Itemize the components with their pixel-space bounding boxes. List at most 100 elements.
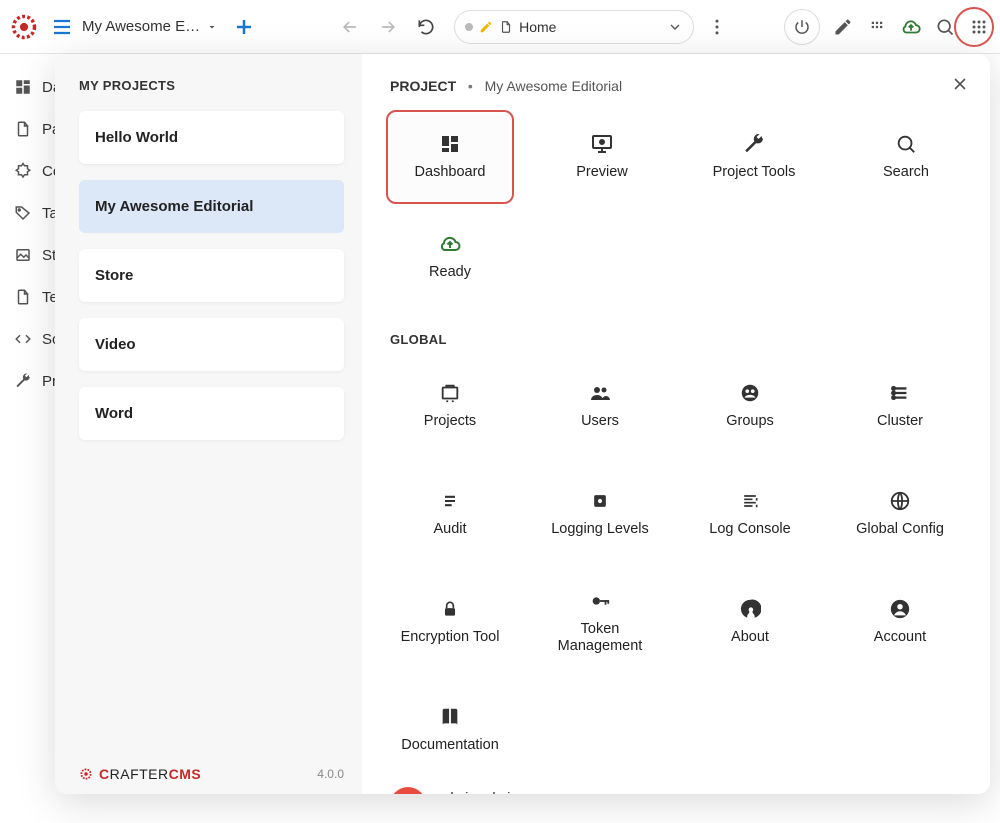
breadcrumb: PROJECT • My Awesome Editorial — [390, 78, 966, 94]
tile-preview[interactable]: Preview — [542, 114, 662, 200]
pencil-icon — [479, 20, 493, 34]
toolbar-right — [784, 9, 990, 45]
project-card[interactable]: Video — [79, 318, 344, 371]
tile-label: Dashboard — [415, 164, 486, 181]
tile-search[interactable]: Search — [846, 114, 966, 200]
cloud-upload-icon — [438, 232, 462, 256]
tile-about[interactable]: About — [690, 577, 810, 667]
power-button[interactable] — [784, 9, 820, 45]
topbar: My Awesome E… Home — [0, 0, 1000, 54]
craftercms-logo-icon — [10, 13, 38, 41]
projects-panel: MY PROJECTS Hello World My Awesome Edito… — [55, 54, 362, 794]
tile-projects[interactable]: Projects — [390, 361, 510, 451]
global-tiles-grid: Projects Users Groups Cluster Audit Logg… — [390, 361, 966, 775]
project-card[interactable]: Hello World — [79, 111, 344, 164]
sidebar-item-templates[interactable]: Tem — [0, 276, 60, 318]
tile-logging-levels[interactable]: Logging Levels — [540, 469, 660, 559]
grid-button[interactable] — [866, 16, 888, 38]
back-button[interactable] — [340, 17, 360, 37]
tile-label: About — [731, 629, 769, 646]
sidebar-item-project-tools[interactable]: Pr — [0, 360, 60, 402]
tile-label: Cluster — [877, 413, 923, 430]
project-card[interactable]: Word — [79, 387, 344, 440]
projects-icon — [438, 381, 462, 405]
wrench-icon — [14, 372, 32, 390]
file-icon — [14, 288, 32, 306]
groups-icon — [738, 381, 762, 405]
tile-global-config[interactable]: Global Config — [840, 469, 960, 559]
more-button[interactable] — [706, 16, 728, 38]
avatar[interactable]: AA — [390, 787, 426, 794]
sidebar-item-pages[interactable]: Pag — [0, 108, 60, 150]
left-sidebar: Da Pag Com Tax Stat Tem Scri Pr — [0, 54, 60, 823]
apps-launcher-button[interactable] — [968, 16, 990, 38]
project-name: Hello World — [95, 129, 178, 146]
about-icon — [738, 597, 762, 621]
user-row: AA admin admin admin — [390, 775, 966, 794]
tile-project-tools[interactable]: Project Tools — [694, 114, 814, 200]
tile-token-management[interactable]: Token Management — [540, 577, 660, 667]
project-card-selected[interactable]: My Awesome Editorial — [79, 180, 344, 233]
tile-account[interactable]: Account — [840, 577, 960, 667]
project-card[interactable]: Store — [79, 249, 344, 302]
gear-icon — [79, 767, 93, 781]
projects-heading: MY PROJECTS — [79, 78, 344, 93]
tile-groups[interactable]: Groups — [690, 361, 810, 451]
crumb-label: PROJECT — [390, 78, 456, 94]
address-bar[interactable]: Home — [454, 10, 694, 44]
tile-users[interactable]: Users — [540, 361, 660, 451]
tile-encryption-tool[interactable]: Encryption Tool — [390, 577, 510, 667]
project-name: Word — [95, 405, 133, 422]
search-button[interactable] — [934, 16, 956, 38]
version-label: 4.0.0 — [317, 767, 344, 781]
project-tiles-row: Dashboard Preview Project Tools Search — [390, 114, 966, 200]
image-icon — [14, 246, 32, 264]
globe-icon — [888, 489, 912, 513]
sidebar-item-scripts[interactable]: Scri — [0, 318, 60, 360]
edit-mode-button[interactable] — [832, 16, 854, 38]
forward-button[interactable] — [378, 17, 398, 37]
sidebar-item-dashboard[interactable]: Da — [0, 66, 60, 108]
site-selector-label: My Awesome E… — [82, 18, 200, 35]
page-icon — [499, 20, 513, 34]
tile-label: Search — [883, 164, 929, 181]
brand-label: CRAFTERCMS — [79, 766, 201, 782]
tile-documentation[interactable]: Documentation — [390, 685, 510, 775]
site-selector[interactable]: My Awesome E… — [82, 18, 218, 35]
tile-label: Project Tools — [713, 164, 796, 181]
tile-label: Documentation — [401, 737, 499, 754]
tile-label: Ready — [429, 264, 471, 281]
users-icon — [588, 381, 612, 405]
sidebar-item-components[interactable]: Com — [0, 150, 60, 192]
close-button[interactable] — [950, 74, 970, 94]
nav-controls — [340, 17, 436, 37]
page-icon — [14, 120, 32, 138]
dashboard-icon — [14, 78, 32, 96]
main-menu-button[interactable] — [46, 11, 78, 43]
tile-dashboard[interactable]: Dashboard — [390, 114, 510, 200]
project-name: My Awesome Editorial — [95, 198, 253, 215]
logout-button[interactable] — [942, 793, 966, 794]
tune-icon — [588, 489, 612, 513]
brand-footer: CRAFTERCMS 4.0.0 — [79, 746, 344, 782]
modal-content: PROJECT • My Awesome Editorial Dashboard… — [362, 54, 990, 794]
reload-button[interactable] — [416, 17, 436, 37]
tile-ready[interactable]: Ready — [390, 214, 510, 300]
tile-log-console[interactable]: Log Console — [690, 469, 810, 559]
create-button[interactable] — [228, 11, 260, 43]
crumb-sep: • — [464, 78, 477, 94]
sidebar-item-static[interactable]: Stat — [0, 234, 60, 276]
tile-audit[interactable]: Audit — [390, 469, 510, 559]
chevron-down-icon — [667, 19, 683, 35]
tile-label: Projects — [424, 413, 476, 430]
tile-cluster[interactable]: Cluster — [840, 361, 960, 451]
user-meta: admin admin admin — [438, 789, 518, 794]
caret-down-icon — [206, 21, 218, 33]
sidebar-item-taxonomy[interactable]: Tax — [0, 192, 60, 234]
tile-label: Logging Levels — [551, 521, 649, 538]
tile-label: Log Console — [709, 521, 790, 538]
audit-icon — [438, 489, 462, 513]
brand-text: RAFTER — [110, 766, 169, 782]
publish-cloud-button[interactable] — [900, 16, 922, 38]
lock-icon — [438, 597, 462, 621]
